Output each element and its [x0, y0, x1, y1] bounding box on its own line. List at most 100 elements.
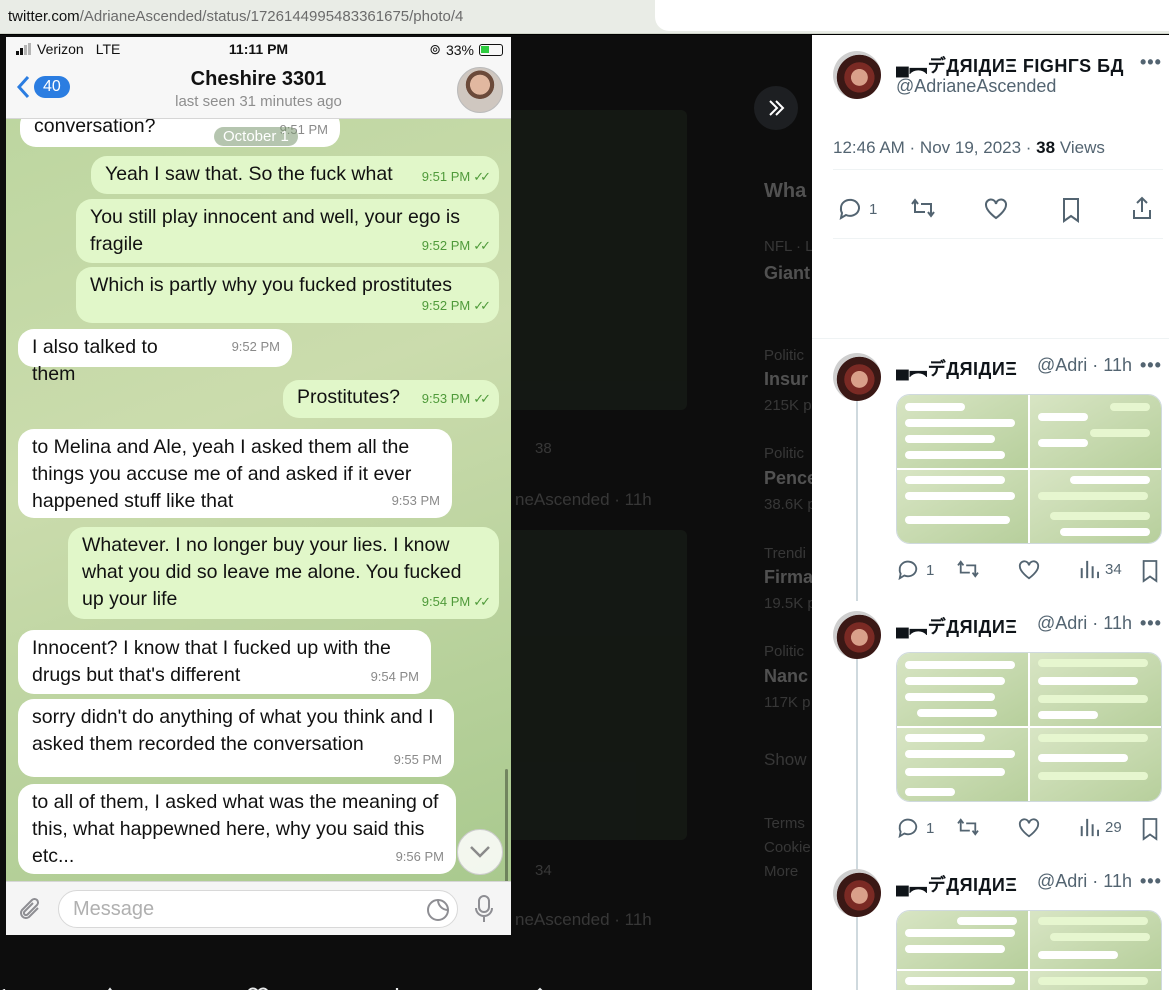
reply-image-grid[interactable]	[896, 394, 1162, 544]
reply-image[interactable]	[1030, 395, 1161, 468]
reply-image[interactable]	[897, 971, 1028, 990]
battery-icon	[479, 43, 503, 56]
sticker-icon[interactable]	[426, 898, 450, 922]
scroll-to-bottom-button[interactable]	[457, 829, 503, 875]
ghost-text: 38	[535, 440, 552, 457]
message-bubble-outgoing[interactable]: Yeah I saw that. So the fuck what 9:51 P…	[91, 156, 499, 194]
reply-image[interactable]	[1030, 911, 1161, 969]
reply-avatar[interactable]	[833, 611, 881, 659]
media-share-button[interactable]	[528, 986, 552, 990]
reply-button[interactable]: 1	[896, 559, 934, 581]
author-handle[interactable]: @AdrianeAscended	[896, 76, 1056, 97]
share-icon	[537, 987, 543, 990]
views-count: 34	[1105, 560, 1122, 578]
bookmark-button[interactable]	[1140, 559, 1160, 583]
more-options-button[interactable]: •••	[1140, 52, 1162, 73]
share-button[interactable]	[1130, 195, 1154, 221]
message-input[interactable]: Message	[58, 890, 458, 928]
orientation-lock-icon: ⊚	[429, 41, 441, 57]
retweet-icon	[108, 987, 112, 990]
message-bubble-incoming[interactable]: Innocent? I know that I fucked up with t…	[18, 630, 431, 694]
reply-handle[interactable]: @Adri · 11h	[1037, 613, 1132, 634]
message-list[interactable]: conversation? 9:51 PM October 1 Yeah I s…	[6, 119, 511, 881]
read-ticks-icon: ✓✓	[473, 238, 491, 253]
retweet-button[interactable]	[956, 559, 980, 579]
reply-image[interactable]	[897, 470, 1028, 543]
like-button[interactable]	[983, 197, 1009, 221]
contact-avatar[interactable]	[457, 67, 503, 113]
ios-status-bar: Verizon LTE 11:11 PM ⊚ 33%	[6, 37, 511, 63]
message-text: Which is partly why you fucked prostitut…	[90, 274, 452, 296]
message-bubble-incoming[interactable]: I also talked to them 9:52 PM	[18, 329, 292, 385]
more-options-button[interactable]: •••	[1140, 355, 1162, 376]
reply-count: 1	[926, 561, 935, 579]
message-time: 9:52 PM	[231, 339, 280, 354]
scrollbar[interactable]	[505, 769, 508, 881]
reply-display-name[interactable]: ▄︻デДЯIДИΞ	[896, 355, 1017, 381]
message-bubble-incoming[interactable]: to all of them, I asked what was the mea…	[18, 784, 456, 874]
bookmark-button[interactable]	[1140, 817, 1160, 841]
media-reply-count[interactable]: 1	[0, 986, 8, 990]
reply-avatar[interactable]	[833, 353, 881, 401]
reply-avatar[interactable]	[833, 869, 881, 917]
message-time: 9:52 PM	[421, 238, 471, 253]
more-options-button[interactable]: •••	[1140, 613, 1162, 634]
reply-image[interactable]	[1030, 728, 1161, 801]
message-bubble-incoming[interactable]: to Melina and Ale, yeah I asked them all…	[18, 429, 452, 518]
ghost-text: Terms	[764, 815, 805, 832]
media-retweet-button[interactable]	[105, 986, 131, 990]
expand-panel-button[interactable]	[754, 86, 798, 130]
message-time: 9:53 PM	[391, 493, 440, 508]
reply-image[interactable]	[1030, 470, 1161, 543]
browser-url-bar[interactable]: twitter.com/AdrianeAscended/status/17261…	[0, 0, 1169, 34]
message-text: You still play innocent and well, your e…	[90, 206, 461, 255]
chat-header: 40 Cheshire 3301 last seen 31 minutes ag…	[6, 63, 511, 119]
more-options-button[interactable]: •••	[1140, 871, 1162, 892]
reply-image-grid[interactable]	[896, 910, 1162, 990]
tweet-views-label: Views	[1055, 138, 1105, 157]
tweet-timestamp[interactable]: 12:46 AM · Nov 19, 2023 ·	[833, 138, 1036, 157]
views-button[interactable]: 34	[1079, 559, 1122, 579]
reply-handle[interactable]: @Adri · 11h	[1037, 871, 1132, 892]
message-bubble-incoming[interactable]: sorry didn't do anything of what you thi…	[18, 699, 454, 777]
paperclip-icon[interactable]	[18, 896, 44, 924]
reply-icon	[898, 818, 918, 839]
message-bubble-outgoing[interactable]: You still play innocent and well, your e…	[76, 199, 499, 263]
like-button[interactable]	[1017, 817, 1041, 839]
reply-image[interactable]	[897, 911, 1028, 969]
message-bubble-outgoing[interactable]: Which is partly why you fucked prostitut…	[76, 267, 499, 323]
reply-display-name[interactable]: ▄︻デДЯIДИΞ	[896, 871, 1017, 897]
tweet-views-count: 38	[1036, 138, 1056, 157]
media-like-button[interactable]	[245, 986, 271, 990]
views-button[interactable]: 29	[1079, 817, 1122, 837]
bookmark-button[interactable]	[1060, 197, 1082, 223]
reply-button[interactable]: 1	[837, 197, 877, 221]
message-time: 9:55 PM	[393, 752, 442, 767]
retweet-button[interactable]	[956, 817, 980, 837]
heart-icon	[985, 198, 1007, 220]
url-path: /AdrianeAscended/status/1726144995483361…	[79, 8, 464, 25]
url-text[interactable]: twitter.com/AdrianeAscended/status/17261…	[0, 0, 655, 34]
microphone-icon[interactable]	[474, 894, 494, 924]
ghost-text: More	[764, 863, 799, 880]
reply-display-name[interactable]: ▄︻デДЯIДИΞ	[896, 613, 1017, 639]
reply-image-grid[interactable]	[896, 652, 1162, 802]
message-time: 9:54 PM	[370, 669, 419, 684]
like-button[interactable]	[1017, 559, 1041, 581]
reply-image[interactable]	[1030, 653, 1161, 726]
reply-image[interactable]	[897, 728, 1028, 801]
message-bubble-outgoing[interactable]: Prostitutes? 9:53 PM ✓✓	[283, 380, 499, 418]
heart-icon	[1018, 818, 1040, 838]
author-display-name[interactable]: ▄︻デДЯIДИΞ FIGHΓS БД	[896, 52, 1124, 78]
reply-button[interactable]: 1	[896, 817, 934, 839]
reply-handle[interactable]: @Adri · 11h	[1037, 355, 1132, 376]
retweet-button[interactable]	[910, 197, 936, 219]
message-bubble-outgoing[interactable]: Whatever. I no longer buy your lies. I k…	[68, 527, 499, 619]
reply-image[interactable]	[897, 395, 1028, 468]
author-avatar[interactable]	[833, 51, 881, 99]
media-views[interactable]: 38	[388, 986, 435, 990]
reply-image[interactable]	[1030, 971, 1161, 990]
reply-image[interactable]	[897, 653, 1028, 726]
contact-name[interactable]: Cheshire 3301	[6, 68, 511, 91]
message-time: 9:52 PM	[421, 298, 471, 313]
